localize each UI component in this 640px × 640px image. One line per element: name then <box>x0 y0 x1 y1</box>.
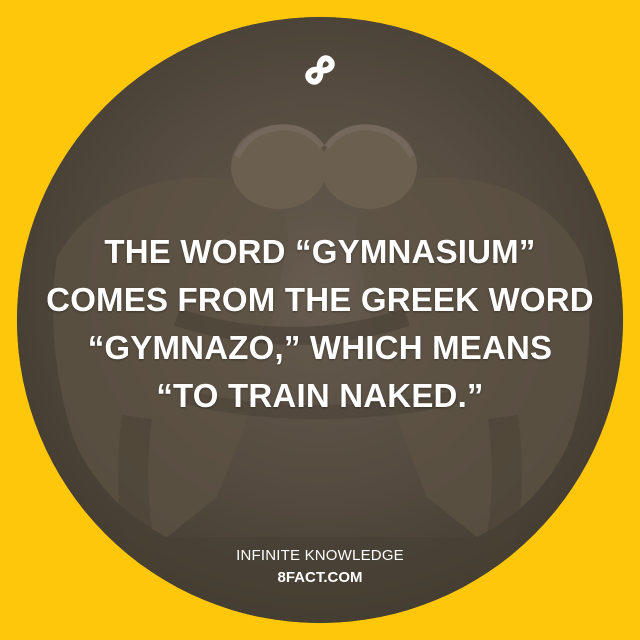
infinity-eight-icon <box>305 55 335 85</box>
fact-card: THE WORD “GYMNASIUM” COMES FROM THE GREE… <box>0 0 640 640</box>
brand-tagline: INFINITE KNOWLEDGE <box>236 547 404 564</box>
fact-line: “TO TRAIN NAKED.” <box>156 377 484 414</box>
fact-line: COMES FROM THE GREEK WORD <box>46 281 594 318</box>
brand-website: 8FACT.COM <box>277 569 363 586</box>
fact-line: “GYMNAZO,” WHICH MEANS <box>87 329 553 366</box>
fact-text: THE WORD “GYMNASIUM” COMES FROM THE GREE… <box>40 228 600 420</box>
fact-line: THE WORD “GYMNASIUM” <box>104 233 536 270</box>
